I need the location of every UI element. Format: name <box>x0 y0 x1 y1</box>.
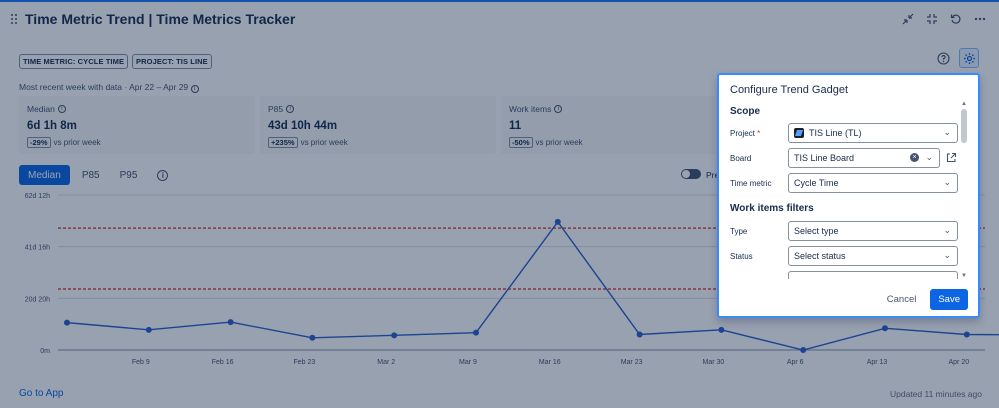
project-value: TIS Line (TL) <box>809 128 862 138</box>
status-placeholder: Select status <box>794 251 846 261</box>
board-row: Board TIS Line Board × ⌄ <box>730 148 958 168</box>
type-select[interactable]: Select type ⌄ <box>788 221 958 241</box>
dialog-scrollbar[interactable]: ▲ ▼ <box>960 101 968 279</box>
scroll-down-icon[interactable]: ▼ <box>961 273 967 279</box>
cancel-button[interactable]: Cancel <box>883 290 921 309</box>
project-label: Project <box>730 129 755 138</box>
time-metric-label: Time metric <box>730 179 772 188</box>
project-select[interactable]: TIS Line (TL) ⌄ <box>788 123 958 143</box>
time-metric-value: Cycle Time <box>794 178 839 188</box>
status-select[interactable]: Select status ⌄ <box>788 246 958 266</box>
dialog-title: Configure Trend Gadget <box>730 84 849 96</box>
chevron-down-icon: ⌄ <box>943 225 951 235</box>
chevron-down-icon: ⌄ <box>943 127 951 137</box>
scroll-up-icon[interactable]: ▲ <box>961 101 967 107</box>
dialog-actions: Cancel Save <box>883 289 968 310</box>
save-button[interactable]: Save <box>930 289 968 310</box>
chevron-down-icon: ⌄ <box>943 177 951 187</box>
board-label: Board <box>730 154 752 163</box>
type-placeholder: Select type <box>794 226 839 236</box>
chevron-down-icon: ⌄ <box>943 250 951 260</box>
board-value: TIS Line Board <box>794 153 855 163</box>
status-label: Status <box>730 252 753 261</box>
status-row: Status Select status ⌄ <box>730 246 958 266</box>
required-mark: * <box>757 129 761 138</box>
dialog-scroll-area: Scope Project * TIS Line (TL) ⌄ Board TI… <box>719 101 978 279</box>
scope-heading: Scope <box>730 106 761 117</box>
time-metric-select[interactable]: Cycle Time ⌄ <box>788 173 958 193</box>
type-row: Type Select type ⌄ <box>730 221 958 241</box>
external-link-icon[interactable] <box>946 152 957 163</box>
time-metric-row: Time metric Cycle Time ⌄ <box>730 173 958 193</box>
filters-heading: Work items filters <box>730 203 814 214</box>
next-filter-row <box>730 271 958 279</box>
type-label: Type <box>730 227 748 236</box>
chevron-down-icon: ⌄ <box>925 152 933 162</box>
scroll-thumb[interactable] <box>961 109 967 143</box>
clear-icon[interactable]: × <box>910 153 919 162</box>
project-icon <box>794 128 804 138</box>
next-filter-select[interactable] <box>788 271 958 279</box>
project-row: Project * TIS Line (TL) ⌄ <box>730 123 958 143</box>
configure-dialog: Configure Trend Gadget Scope Project * T… <box>717 73 980 318</box>
board-select[interactable]: TIS Line Board × ⌄ <box>788 148 940 168</box>
